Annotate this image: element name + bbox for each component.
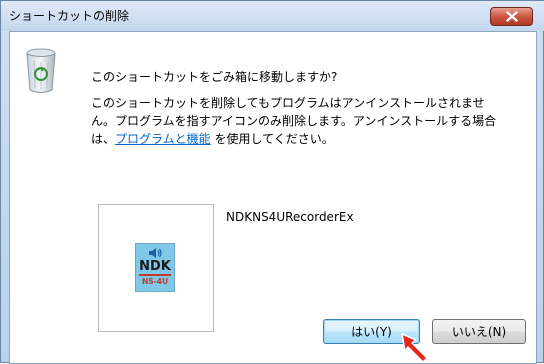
explanation-suffix: を使用してください。	[210, 132, 334, 146]
dialog-content: このショートカットをごみ箱に移動しますか? このショートカットを削除してもプログ…	[9, 31, 537, 364]
app-icon-rule	[139, 274, 171, 276]
explanation-prefix: は、	[91, 132, 116, 146]
no-button[interactable]: いいえ(N)	[432, 319, 526, 344]
title-bar[interactable]: ショートカットの削除	[1, 1, 544, 31]
shortcut-name: NDKNS4URecorderEx	[226, 210, 354, 224]
window-title: ショートカットの削除	[9, 9, 130, 23]
explanation-line-2: ん。プログラムを指すアイコンのみ削除します。アンインストールする場合	[91, 114, 497, 128]
question-text: このショートカットをごみ箱に移動しますか?	[91, 70, 338, 84]
programs-and-features-link[interactable]: プログラムと機能	[115, 132, 211, 146]
explanation-text: このショートカットを削除してもプログラムはアンインストールされませ ん。プログラ…	[91, 94, 531, 148]
app-icon-label: NDK	[139, 259, 171, 274]
shortcut-icon-preview: NDK NS-4U	[98, 204, 214, 332]
pointer-cursor-icon	[401, 333, 428, 363]
speaker-icon	[149, 248, 162, 258]
explanation-line-3: は、プログラムと機能 を使用してください。	[91, 130, 531, 148]
recycle-bin-icon	[26, 48, 56, 93]
app-icon-sublabel: NS-4U	[141, 277, 169, 286]
ndk-app-icon: NDK NS-4U	[135, 243, 175, 292]
dialog-window: ショートカットの削除 このショートカットをごみ箱に移動しますか? このショートカ…	[0, 0, 544, 364]
explanation-line-1: このショートカットを削除してもプログラムはアンインストールされませ	[91, 96, 485, 110]
close-button[interactable]	[490, 7, 533, 26]
close-icon	[505, 11, 518, 22]
